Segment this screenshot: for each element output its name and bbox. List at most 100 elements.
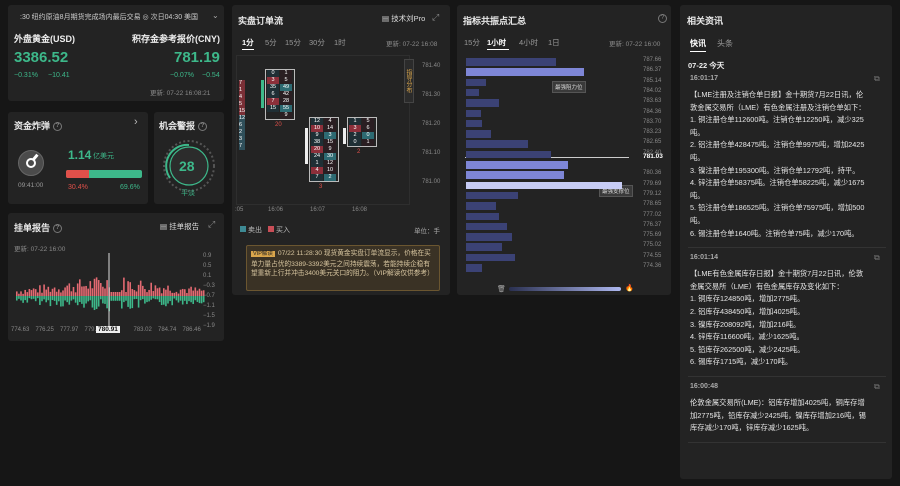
news-title: 相关资讯 [687,16,724,26]
orders-sell-bar [181,296,184,305]
orders-y-tick: −1.9 [203,323,215,329]
flow-cell: 9 [324,146,336,153]
news-line: 【LME有色金属库存日报】金十期货7月22日讯，伦敦 [690,269,864,279]
flow-cell: 42 [280,91,292,98]
orders-panel: 挂单报告? ▤ 挂单报告 ⤢ 更新: 07-22 16:00 0.9 0.5 0.1… [8,213,224,341]
orders-buy-bar [165,289,167,296]
orders-sell-bar [51,296,54,301]
orders-sell-bar [129,296,131,309]
tab-flow-1[interactable]: 5分 [265,37,277,48]
flow-cell: 12 [239,115,246,122]
help-icon[interactable]: ? [53,224,63,234]
news-time: 16:01:17 [690,75,719,82]
trash-icon[interactable]: 🗑 [497,285,506,293]
level-price: 784.36 [643,108,662,115]
tech-pro-button[interactable]: ▤ 技术刘Pro [382,13,425,24]
flow-date-value: 07-22 16:08 [402,41,438,48]
orders-report-button[interactable]: ▤ 挂单报告 [160,221,199,232]
chevron-right-icon[interactable]: › [134,116,138,128]
flow-cell: 20 [275,122,282,128]
tab-levels-0[interactable]: 15分 [464,37,480,48]
legend-sell[interactable]: 卖出 [240,225,262,235]
news-time: 16:00:48 [690,383,719,390]
orders-x-tick: 774.63 [11,327,30,333]
orders-buy-bar [112,292,115,296]
orders-buy-bar [198,288,201,296]
level-price: 774.55 [643,252,662,259]
orders-buy-bar [194,287,197,296]
expand-icon[interactable]: ⤢ [208,219,215,230]
orders-buy-bar [16,291,18,296]
help-icon[interactable]: ? [658,14,667,23]
funds-panel: 资金炸弹? › 09:41:00 1.14 亿美元 30.4% 69.6% [8,112,148,204]
orders-sell-bar [76,296,79,306]
orders-sell-bar [196,296,199,302]
orders-sell-bar [28,296,31,299]
orders-sell-bar [68,296,71,305]
orders-sell-bar [137,296,140,308]
orders-sell-bar [125,296,127,301]
chevron-down-icon[interactable]: ⌄ [212,11,219,20]
tab-flow-0[interactable]: 1分 [242,37,254,48]
tab-news-0[interactable]: 快讯 [690,38,706,49]
orders-buy-bar [24,289,26,296]
news-line: 1. 铜库存124850吨，增加2775吨。 [690,294,805,304]
flow-cell: 55 [280,105,292,112]
tab-levels-1[interactable]: 1小时 [487,37,506,48]
news-item[interactable]: 伦敦金属交易所(LME)：铝库存增加4025吨，铜库存增 加2775吨，铅库存减少… [690,397,888,435]
orders-sell-bar [194,296,197,301]
news-item[interactable]: 【LME注册及注销仓单日报】金十期货7月22日讯，伦 敦金属交易所（LME）有色金… [690,89,888,240]
flow-cell: 10 [311,125,323,132]
news-line: 伦敦金属交易所(LME)：铝库存增加4025吨，铜库存增 [690,398,865,407]
orders-sell-bar [64,296,66,301]
legend-buy[interactable]: 买入 [268,225,290,235]
help-icon[interactable]: ? [53,122,63,132]
level-price: 776.37 [643,221,662,228]
buy-swatch [268,226,274,232]
orders-sell-bar [93,296,96,311]
gold-left-pct: −0.31% [14,72,38,79]
ticker-text[interactable]: :30 纽约原油8月期货完成场内最后交易 ◎ 次日04:30 美国 [20,12,214,22]
orders-y-tick: −1.5 [203,313,215,319]
news-item[interactable]: 【LME有色金属库存日报】金十期货7月22日讯，伦敦 金属交易所（LME）有色金属… [690,268,888,369]
orders-buy-bar [32,288,35,296]
orders-buy-bar [181,288,184,296]
orders-buy-bar [43,284,45,296]
tab-flow-3[interactable]: 30分 [309,37,325,48]
share-icon[interactable]: ⧉ [874,253,880,263]
alert-title: 机会警报 [159,121,196,131]
tab-flow-2[interactable]: 15分 [285,37,301,48]
level-bar [466,88,480,97]
orders-sell-bar [112,296,115,301]
orders-buy-bar [131,289,134,296]
tech-pro-label: 技术刘Pro [391,14,426,23]
active-tab-underline [242,49,254,50]
orders-sell-bar [26,296,29,303]
orders-title: 挂单报告 [14,223,51,233]
orders-sell-bar [198,296,201,304]
orders-buy-bar [179,289,182,296]
gold-right-pct: −0.07% [170,72,194,79]
news-line: 吨。 [690,215,705,225]
level-price: 786.37 [643,67,662,74]
tab-news-1[interactable]: 头条 [717,38,733,49]
tab-flow-4[interactable]: 1时 [334,37,346,48]
orders-sell-bar [142,296,144,300]
expand-icon[interactable]: ⤢ [432,12,439,23]
share-icon[interactable]: ⧉ [874,74,880,84]
level-bar [466,253,516,262]
flow-cell: 2 [349,132,361,139]
flow-cell: 0 [267,70,279,77]
orders-buy-bar [28,288,31,296]
flow-cell: 5 [280,77,292,84]
level-bar [466,222,507,231]
help-icon[interactable]: ? [198,122,208,132]
share-icon[interactable]: ⧉ [874,382,880,392]
orders-buy-bar [160,293,163,296]
orders-sell-bar [171,296,173,306]
tab-levels-3[interactable]: 1日 [548,37,560,48]
tab-levels-2[interactable]: 4小时 [519,37,538,48]
flow-cell: 3 [239,136,245,143]
news-line: 加2775吨，铅库存减少2425吨，镍库存增加216吨，锡 [690,410,866,420]
orders-sell-bar [16,296,18,301]
